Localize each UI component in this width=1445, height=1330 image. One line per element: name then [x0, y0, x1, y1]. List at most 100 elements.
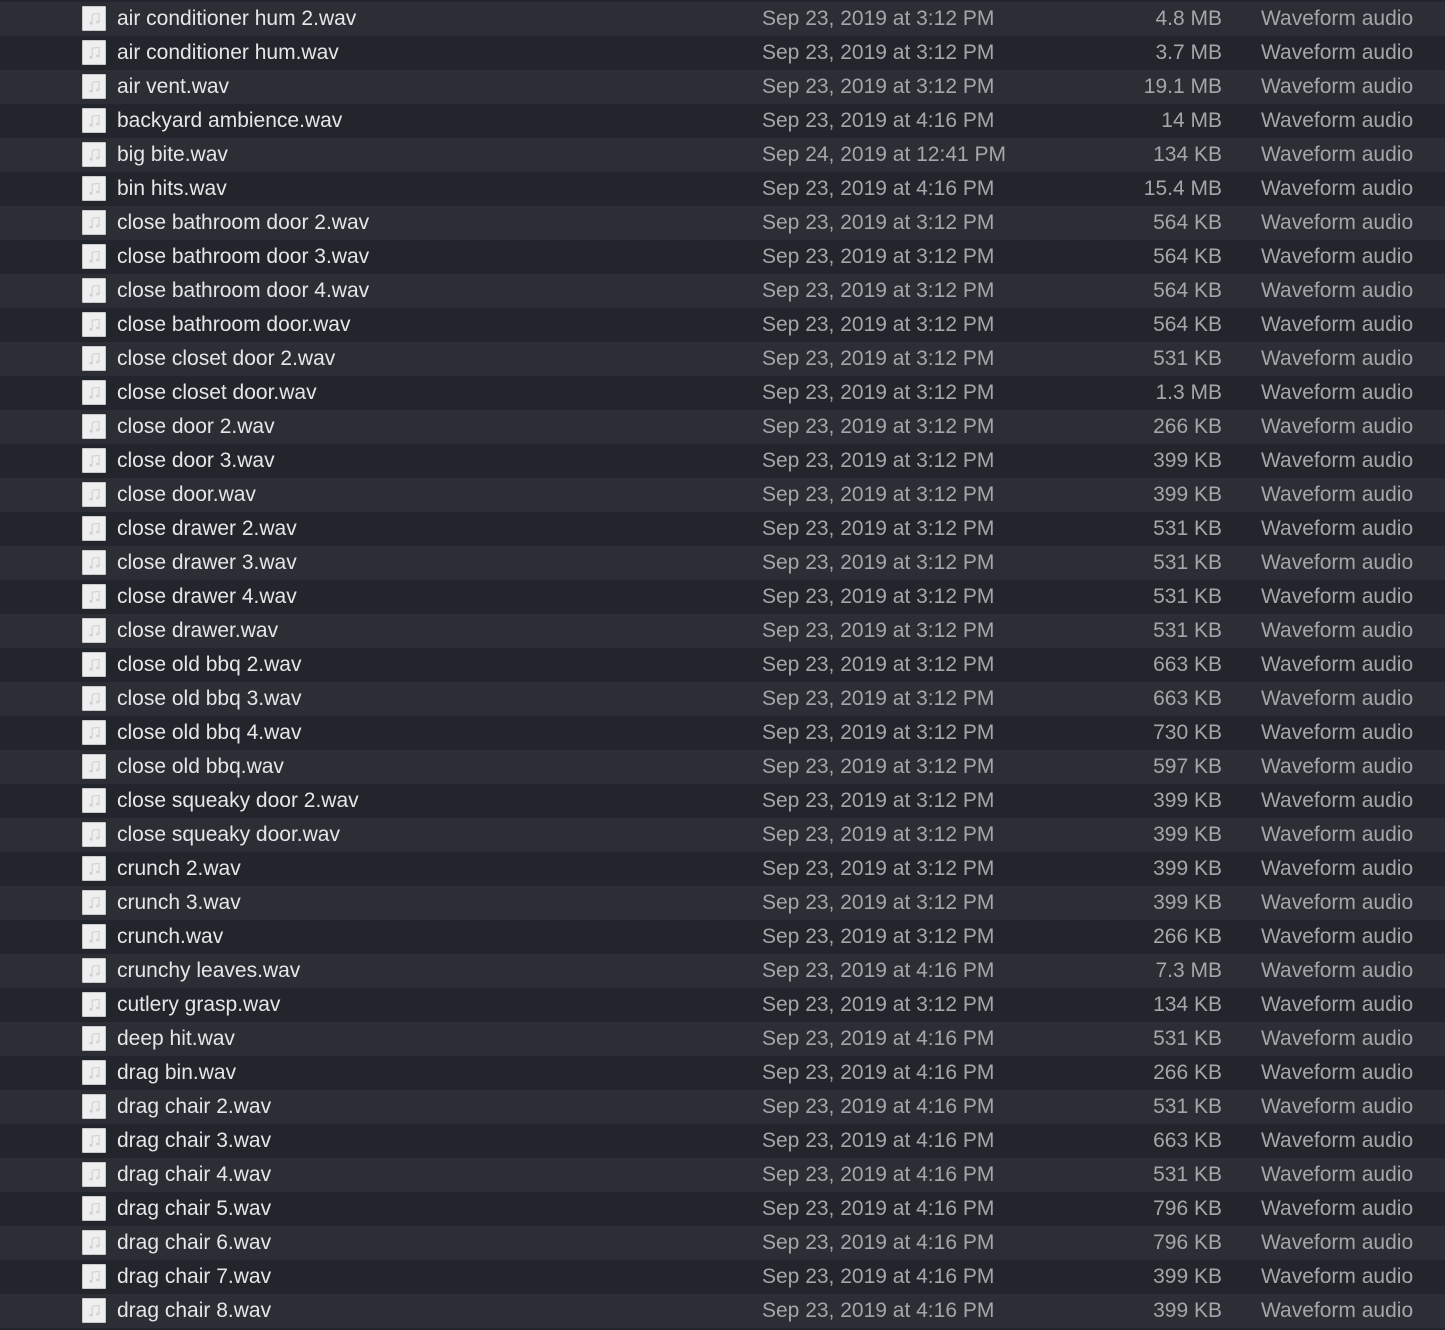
- file-size: 564 KB: [1153, 279, 1222, 302]
- file-size: 15.4 MB: [1143, 177, 1222, 200]
- file-row[interactable]: close old bbq 4.wav Sep 23, 2019 at 3:12…: [0, 716, 1445, 750]
- file-row[interactable]: drag chair 5.wav Sep 23, 2019 at 4:16 PM…: [0, 1192, 1445, 1226]
- file-size: 399 KB: [1153, 1265, 1222, 1288]
- audio-file-icon: [82, 346, 106, 371]
- file-row[interactable]: crunch 3.wav Sep 23, 2019 at 3:12 PM 399…: [0, 886, 1445, 920]
- date-modified: Sep 23, 2019 at 3:12 PM: [762, 755, 995, 778]
- file-name: close drawer 3.wav: [117, 551, 297, 574]
- file-kind: Waveform audio: [1261, 483, 1414, 506]
- audio-file-icon: [82, 788, 106, 813]
- date-modified: Sep 23, 2019 at 3:12 PM: [762, 279, 995, 302]
- file-row[interactable]: close bathroom door.wav Sep 23, 2019 at …: [0, 308, 1445, 342]
- file-row[interactable]: close squeaky door.wav Sep 23, 2019 at 3…: [0, 818, 1445, 852]
- file-size: 531 KB: [1153, 517, 1222, 540]
- audio-file-icon: [82, 40, 106, 65]
- audio-file-icon: [82, 108, 106, 133]
- file-row[interactable]: air conditioner hum.wav Sep 23, 2019 at …: [0, 36, 1445, 70]
- file-name: air conditioner hum.wav: [117, 41, 339, 64]
- date-modified: Sep 23, 2019 at 3:12 PM: [762, 75, 995, 98]
- date-modified: Sep 23, 2019 at 3:12 PM: [762, 585, 995, 608]
- date-modified: Sep 23, 2019 at 3:12 PM: [762, 347, 995, 370]
- file-row[interactable]: close old bbq 2.wav Sep 23, 2019 at 3:12…: [0, 648, 1445, 682]
- file-kind: Waveform audio: [1261, 1299, 1414, 1322]
- file-kind: Waveform audio: [1261, 7, 1414, 30]
- file-row[interactable]: air conditioner hum 2.wav Sep 23, 2019 a…: [0, 2, 1445, 36]
- file-row[interactable]: close bathroom door 2.wav Sep 23, 2019 a…: [0, 206, 1445, 240]
- file-row[interactable]: crunchy leaves.wav Sep 23, 2019 at 4:16 …: [0, 954, 1445, 988]
- file-row[interactable]: cutlery grasp.wav Sep 23, 2019 at 3:12 P…: [0, 988, 1445, 1022]
- date-modified: Sep 23, 2019 at 3:12 PM: [762, 483, 995, 506]
- date-modified: Sep 23, 2019 at 4:16 PM: [762, 1197, 995, 1220]
- file-row[interactable]: close door 3.wav Sep 23, 2019 at 3:12 PM…: [0, 444, 1445, 478]
- file-kind: Waveform audio: [1261, 517, 1414, 540]
- date-modified: Sep 23, 2019 at 4:16 PM: [762, 109, 995, 132]
- audio-file-icon: [82, 1298, 106, 1323]
- file-row[interactable]: drag bin.wav Sep 23, 2019 at 4:16 PM 266…: [0, 1056, 1445, 1090]
- file-row[interactable]: close drawer 4.wav Sep 23, 2019 at 3:12 …: [0, 580, 1445, 614]
- file-row[interactable]: crunch 2.wav Sep 23, 2019 at 3:12 PM 399…: [0, 852, 1445, 886]
- file-name: close squeaky door.wav: [117, 823, 340, 846]
- file-size: 3.7 MB: [1155, 41, 1222, 64]
- file-row[interactable]: crunch.wav Sep 23, 2019 at 3:12 PM 266 K…: [0, 920, 1445, 954]
- file-kind: Waveform audio: [1261, 347, 1414, 370]
- file-row[interactable]: close closet door 2.wav Sep 23, 2019 at …: [0, 342, 1445, 376]
- file-size: 1.3 MB: [1155, 381, 1222, 404]
- file-kind: Waveform audio: [1261, 1061, 1414, 1084]
- file-name: drag bin.wav: [117, 1061, 237, 1084]
- audio-file-icon: [82, 1264, 106, 1289]
- file-row[interactable]: close door.wav Sep 23, 2019 at 3:12 PM 3…: [0, 478, 1445, 512]
- date-modified: Sep 23, 2019 at 3:12 PM: [762, 211, 995, 234]
- date-modified: Sep 23, 2019 at 3:12 PM: [762, 41, 995, 64]
- date-modified: Sep 23, 2019 at 3:12 PM: [762, 7, 995, 30]
- file-name: close bathroom door.wav: [117, 313, 351, 336]
- file-row[interactable]: close door 2.wav Sep 23, 2019 at 3:12 PM…: [0, 410, 1445, 444]
- date-modified: Sep 23, 2019 at 4:16 PM: [762, 959, 995, 982]
- file-size: 663 KB: [1153, 1129, 1222, 1152]
- audio-file-icon: [82, 1162, 106, 1187]
- file-row[interactable]: deep hit.wav Sep 23, 2019 at 4:16 PM 531…: [0, 1022, 1445, 1056]
- file-size: 134 KB: [1153, 143, 1222, 166]
- file-row[interactable]: close squeaky door 2.wav Sep 23, 2019 at…: [0, 784, 1445, 818]
- file-row[interactable]: close old bbq.wav Sep 23, 2019 at 3:12 P…: [0, 750, 1445, 784]
- file-size: 531 KB: [1153, 619, 1222, 642]
- file-size: 399 KB: [1153, 449, 1222, 472]
- date-modified: Sep 23, 2019 at 3:12 PM: [762, 551, 995, 574]
- audio-file-icon: [82, 448, 106, 473]
- file-kind: Waveform audio: [1261, 1129, 1414, 1152]
- file-row[interactable]: drag chair 2.wav Sep 23, 2019 at 4:16 PM…: [0, 1090, 1445, 1124]
- file-row[interactable]: close bathroom door 3.wav Sep 23, 2019 a…: [0, 240, 1445, 274]
- file-row[interactable]: close drawer.wav Sep 23, 2019 at 3:12 PM…: [0, 614, 1445, 648]
- audio-file-icon: [82, 958, 106, 983]
- file-size: 399 KB: [1153, 789, 1222, 812]
- file-row[interactable]: close bathroom door 4.wav Sep 23, 2019 a…: [0, 274, 1445, 308]
- audio-file-icon: [82, 6, 106, 31]
- file-row[interactable]: drag chair 3.wav Sep 23, 2019 at 4:16 PM…: [0, 1124, 1445, 1158]
- file-row[interactable]: close closet door.wav Sep 23, 2019 at 3:…: [0, 376, 1445, 410]
- file-row[interactable]: close old bbq 3.wav Sep 23, 2019 at 3:12…: [0, 682, 1445, 716]
- file-list: air conditioner hum 2.wav Sep 23, 2019 a…: [0, 2, 1445, 1328]
- file-size: 796 KB: [1153, 1231, 1222, 1254]
- file-row[interactable]: air vent.wav Sep 23, 2019 at 3:12 PM 19.…: [0, 70, 1445, 104]
- file-name: close bathroom door 2.wav: [117, 211, 370, 234]
- file-size: 4.8 MB: [1155, 7, 1222, 30]
- file-row[interactable]: bin hits.wav Sep 23, 2019 at 4:16 PM 15.…: [0, 172, 1445, 206]
- file-row[interactable]: drag chair 7.wav Sep 23, 2019 at 4:16 PM…: [0, 1260, 1445, 1294]
- date-modified: Sep 23, 2019 at 3:12 PM: [762, 517, 995, 540]
- audio-file-icon: [82, 1196, 106, 1221]
- file-row[interactable]: drag chair 6.wav Sep 23, 2019 at 4:16 PM…: [0, 1226, 1445, 1260]
- date-modified: Sep 23, 2019 at 3:12 PM: [762, 653, 995, 676]
- file-row[interactable]: drag chair 4.wav Sep 23, 2019 at 4:16 PM…: [0, 1158, 1445, 1192]
- file-size: 266 KB: [1153, 1061, 1222, 1084]
- file-row[interactable]: drag chair 8.wav Sep 23, 2019 at 4:16 PM…: [0, 1294, 1445, 1328]
- file-kind: Waveform audio: [1261, 959, 1414, 982]
- file-kind: Waveform audio: [1261, 109, 1414, 132]
- file-name: drag chair 2.wav: [117, 1095, 272, 1118]
- file-kind: Waveform audio: [1261, 211, 1414, 234]
- file-kind: Waveform audio: [1261, 857, 1414, 880]
- file-row[interactable]: close drawer 3.wav Sep 23, 2019 at 3:12 …: [0, 546, 1445, 580]
- file-name: air vent.wav: [117, 75, 230, 98]
- file-row[interactable]: backyard ambience.wav Sep 23, 2019 at 4:…: [0, 104, 1445, 138]
- file-row[interactable]: close drawer 2.wav Sep 23, 2019 at 3:12 …: [0, 512, 1445, 546]
- file-size: 531 KB: [1153, 1027, 1222, 1050]
- file-row[interactable]: big bite.wav Sep 24, 2019 at 12:41 PM 13…: [0, 138, 1445, 172]
